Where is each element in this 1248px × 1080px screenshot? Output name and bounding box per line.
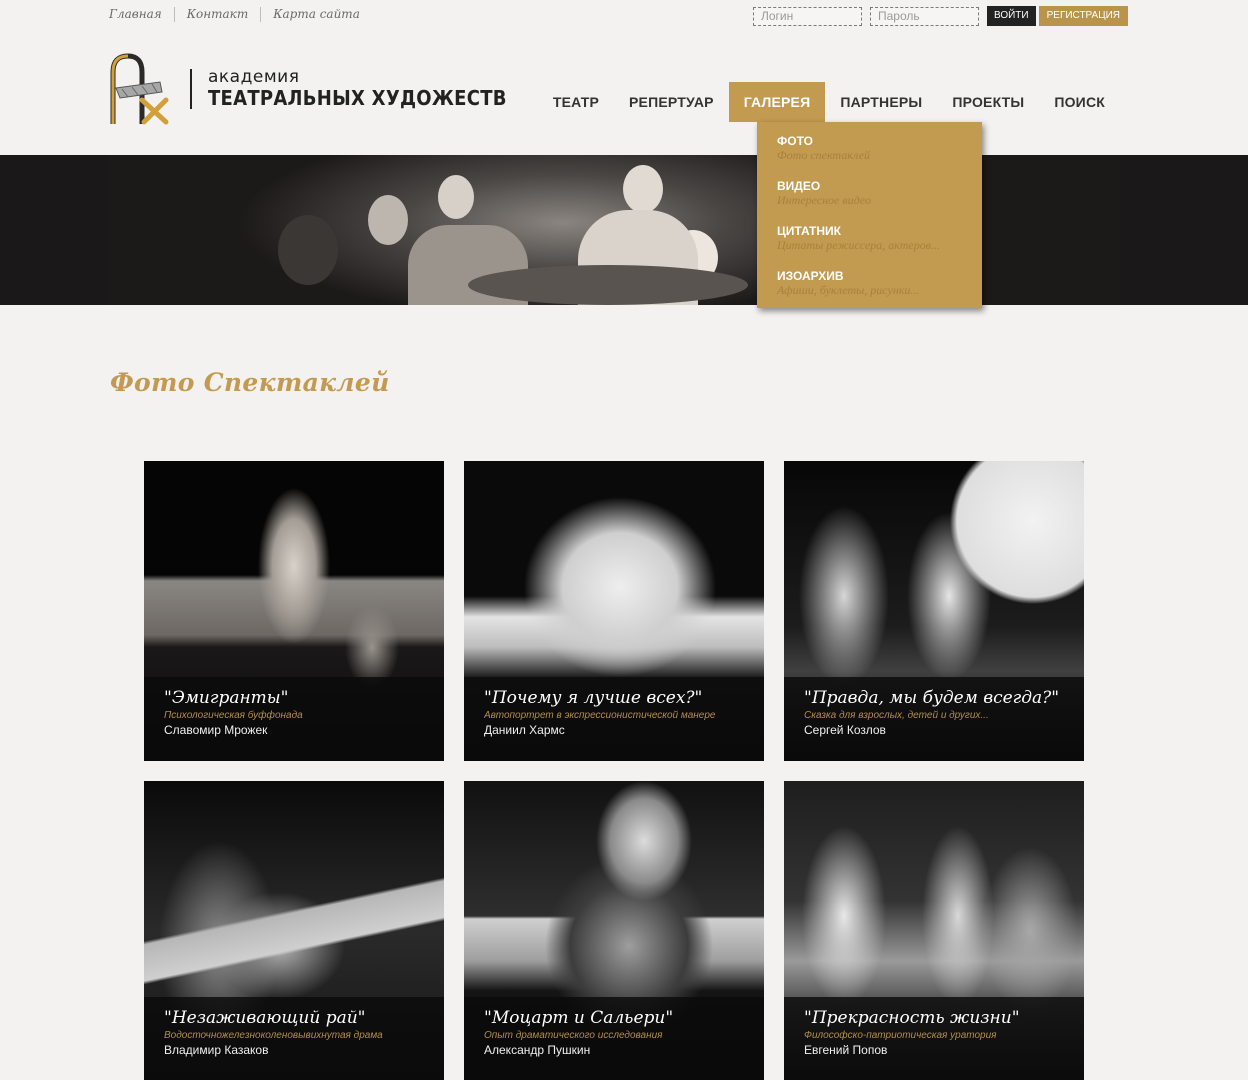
top-link-sitemap[interactable]: Карта сайта: [260, 7, 372, 22]
card-caption: "Моцарт и Сальери" Опыт драматического и…: [464, 997, 764, 1080]
gallery-card[interactable]: "Прекрасность жизни" Философско-патриоти…: [784, 781, 1084, 1080]
dropdown-item-subtitle: Фото спектаклей: [777, 148, 870, 162]
logo-divider: [190, 69, 192, 109]
dropdown-item-video[interactable]: ВИДЕО Интересное видео: [757, 179, 982, 208]
gallery-card[interactable]: "Правда, мы будем всегда?" Сказка для вз…: [784, 461, 1084, 761]
nav-item-projects[interactable]: ПРОЕКТЫ: [937, 82, 1039, 122]
card-title: "Незаживающий рай": [164, 1008, 366, 1028]
card-caption: "Незаживающий рай" Водосточножелезноколе…: [144, 997, 444, 1080]
dropdown-item-archive[interactable]: ИЗОАРХИВ Афиши, буклеты, рисунки...: [757, 269, 982, 298]
card-title: "Моцарт и Сальери": [484, 1008, 674, 1028]
login-form: ВОЙТИ РЕГИСТРАЦИЯ: [753, 6, 1129, 26]
dropdown-item-photo[interactable]: ФОТО Фото спектаклей: [757, 134, 982, 163]
dropdown-item-title: ВИДЕО: [777, 179, 821, 193]
nav-item-partners[interactable]: ПАРТНЕРЫ: [825, 82, 937, 122]
gallery-dropdown: ФОТО Фото спектаклей ВИДЕО Интересное ви…: [757, 122, 982, 308]
card-subtitle: Психологическая буффонада: [164, 710, 303, 721]
top-link-home[interactable]: Главная: [109, 7, 174, 22]
card-title: "Почему я лучше всех?": [484, 688, 703, 708]
card-caption: "Эмигранты" Психологическая буффонада Сл…: [144, 677, 444, 761]
card-author: Александр Пушкин: [484, 1043, 591, 1057]
card-caption: "Почему я лучше всех?" Автопортрет в экс…: [464, 677, 764, 761]
card-subtitle: Философско-патриотическая уратория: [804, 1030, 997, 1041]
card-caption: "Прекрасность жизни" Философско-патриоти…: [784, 997, 1084, 1080]
dropdown-item-title: ФОТО: [777, 134, 813, 148]
login-input[interactable]: [753, 6, 862, 26]
card-author: Сергей Козлов: [804, 723, 886, 737]
nav-item-theatre[interactable]: ТЕАТР: [538, 82, 614, 122]
card-title: "Прекрасность жизни": [804, 1008, 1020, 1028]
nav-item-repertoire[interactable]: РЕПЕРТУАР: [614, 82, 729, 122]
gallery-card[interactable]: "Моцарт и Сальери" Опыт драматического и…: [464, 781, 764, 1080]
gallery-card[interactable]: "Эмигранты" Психологическая буффонада Сл…: [144, 461, 444, 761]
password-input[interactable]: [870, 6, 979, 26]
logo-text: академия ТЕАТРАЛЬНЫХ ХУДОЖЕСТВ: [208, 68, 540, 110]
dropdown-item-subtitle: Цитаты режиссера, актеров...: [777, 238, 940, 252]
card-subtitle: Водосточножелезноколеновывихнутая драма: [164, 1030, 383, 1041]
card-author: Евгений Попов: [804, 1043, 888, 1057]
site-logo[interactable]: академия ТЕАТРАЛЬНЫХ ХУДОЖЕСТВ: [108, 52, 540, 126]
card-title: "Правда, мы будем всегда?": [804, 688, 1060, 708]
nav-item-gallery[interactable]: ГАЛЕРЕЯ: [728, 82, 826, 122]
top-links: Главная Контакт Карта сайта: [109, 7, 372, 22]
logo-text-big: ТЕАТРАЛЬНЫХ ХУДОЖЕСТВ: [208, 86, 507, 110]
card-subtitle: Опыт драматического исследования: [484, 1030, 663, 1041]
gallery-card[interactable]: "Незаживающий рай" Водосточножелезноколе…: [144, 781, 444, 1080]
page-title: Фото Спектаклей: [110, 368, 390, 397]
dropdown-item-title: ЦИТАТНИК: [777, 224, 841, 238]
login-button[interactable]: ВОЙТИ: [987, 6, 1036, 26]
card-caption: "Правда, мы будем всегда?" Сказка для вз…: [784, 677, 1084, 761]
logo-text-small: академия: [208, 67, 300, 87]
card-author: Славомир Мрожек: [164, 723, 268, 737]
dropdown-item-subtitle: Афиши, буклеты, рисунки...: [777, 283, 920, 297]
hero-banner: [0, 155, 1248, 305]
gallery-card[interactable]: "Почему я лучше всех?" Автопортрет в экс…: [464, 461, 764, 761]
logo-chair-icon: [110, 53, 169, 125]
nav-item-search[interactable]: ПОИСК: [1039, 82, 1120, 122]
dropdown-item-quotes[interactable]: ЦИТАТНИК Цитаты режиссера, актеров...: [757, 224, 982, 253]
register-button[interactable]: РЕГИСТРАЦИЯ: [1038, 6, 1129, 26]
dropdown-item-subtitle: Интересное видео: [777, 193, 871, 207]
dropdown-item-title: ИЗОАРХИВ: [777, 269, 844, 283]
card-subtitle: Сказка для взрослых, детей и других...: [804, 710, 989, 721]
top-link-contact[interactable]: Контакт: [173, 7, 261, 22]
card-title: "Эмигранты": [164, 688, 289, 708]
card-author: Владимир Казаков: [164, 1043, 269, 1057]
card-author: Даниил Хармс: [484, 723, 565, 737]
main-nav: ТЕАТР РЕПЕРТУАР ГАЛЕРЕЯ ПАРТНЕРЫ ПРОЕКТЫ…: [538, 82, 1120, 122]
card-subtitle: Автопортрет в экспрессионистической мане…: [484, 710, 716, 721]
